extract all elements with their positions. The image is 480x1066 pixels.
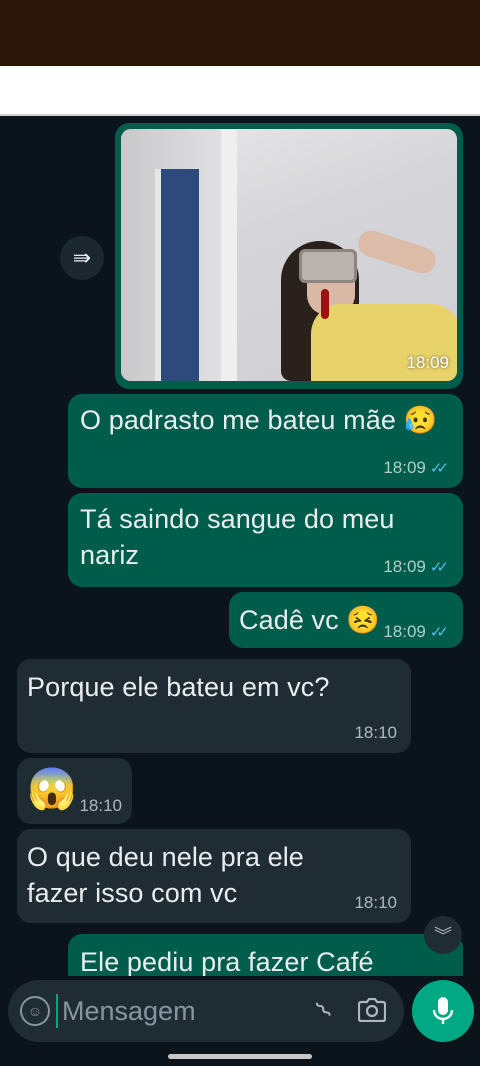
photo-person-arm: [354, 227, 440, 277]
incoming-message[interactable]: O que deu nele pra ele fazer isso com vc…: [17, 829, 411, 923]
emoji-icon: ☺: [27, 1003, 43, 1019]
message-time: 18:09: [406, 353, 449, 372]
incoming-message[interactable]: Porque ele bateu em vc? 18:10: [17, 659, 411, 753]
outgoing-message[interactable]: Tá saindo sangue do meu nariz 18:09 ✓✓: [68, 493, 463, 587]
photo-door: [155, 169, 199, 381]
photo-blood: [321, 289, 329, 319]
message-meta: 18:10: [79, 796, 122, 816]
scroll-down-button[interactable]: ︾: [424, 916, 462, 954]
microphone-icon: [432, 997, 454, 1024]
read-check-icon: ✓✓: [429, 624, 449, 641]
message-text: Porque ele bateu em vc?: [27, 672, 330, 702]
message-composer: ☺ ⌇: [8, 980, 404, 1042]
message-time: 18:10: [79, 796, 122, 815]
emoji-button[interactable]: ☺: [20, 996, 50, 1026]
message-meta: 18:10: [354, 723, 397, 743]
message-time: 18:10: [354, 893, 397, 912]
image-message[interactable]: 18:09: [115, 123, 463, 389]
message-meta: 18:09 ✓✓: [383, 557, 449, 577]
message-photo[interactable]: 18:09: [121, 129, 457, 381]
text-cursor: [56, 994, 58, 1028]
message-time: 18:09: [383, 557, 426, 576]
message-meta: 18:09 ✓✓: [383, 458, 449, 478]
message-time: 18:09: [383, 622, 426, 641]
paperclip-icon: ⌇: [310, 996, 338, 1024]
photo-phone: [299, 249, 357, 283]
forward-button[interactable]: ⇛: [60, 236, 104, 280]
message-input[interactable]: [62, 992, 302, 1030]
camera-icon: [358, 998, 386, 1022]
message-time: 18:10: [354, 723, 397, 742]
message-text: O padrasto me bateu mãe 😥: [80, 405, 438, 435]
message-text: Ele pediu pra fazer Café: [80, 947, 374, 976]
chat-header: [0, 66, 480, 116]
incoming-message[interactable]: 😱 18:10: [17, 758, 132, 824]
chat-area[interactable]: ⇛ 18:09 O padrasto me bateu mãe 😥 18:09 …: [0, 116, 480, 976]
message-meta: 18:09 ✓✓: [383, 622, 449, 642]
read-check-icon: ✓✓: [429, 460, 449, 477]
microphone-button[interactable]: [412, 980, 474, 1042]
forward-icon: ⇛: [72, 245, 92, 270]
camera-button[interactable]: [356, 994, 388, 1026]
outgoing-message[interactable]: Cadê vc 😣 18:09 ✓✓: [229, 592, 463, 648]
message-emoji: 😱: [27, 767, 77, 811]
photo-doorframe: [221, 129, 237, 381]
message-text: O que deu nele pra ele fazer isso com vc: [27, 842, 304, 908]
status-bar: [0, 0, 480, 66]
read-check-icon: ✓✓: [429, 559, 449, 576]
outgoing-message[interactable]: O padrasto me bateu mãe 😥 18:09 ✓✓: [68, 394, 463, 488]
attach-button[interactable]: ⌇: [301, 987, 346, 1032]
message-time: 18:09: [383, 458, 426, 477]
home-indicator: [168, 1054, 312, 1059]
message-meta: 18:10: [354, 893, 397, 913]
message-text: Cadê vc 😣: [239, 605, 381, 635]
double-chevron-down-icon: ︾: [434, 926, 452, 946]
outgoing-message[interactable]: Ele pediu pra fazer Café: [68, 934, 463, 976]
